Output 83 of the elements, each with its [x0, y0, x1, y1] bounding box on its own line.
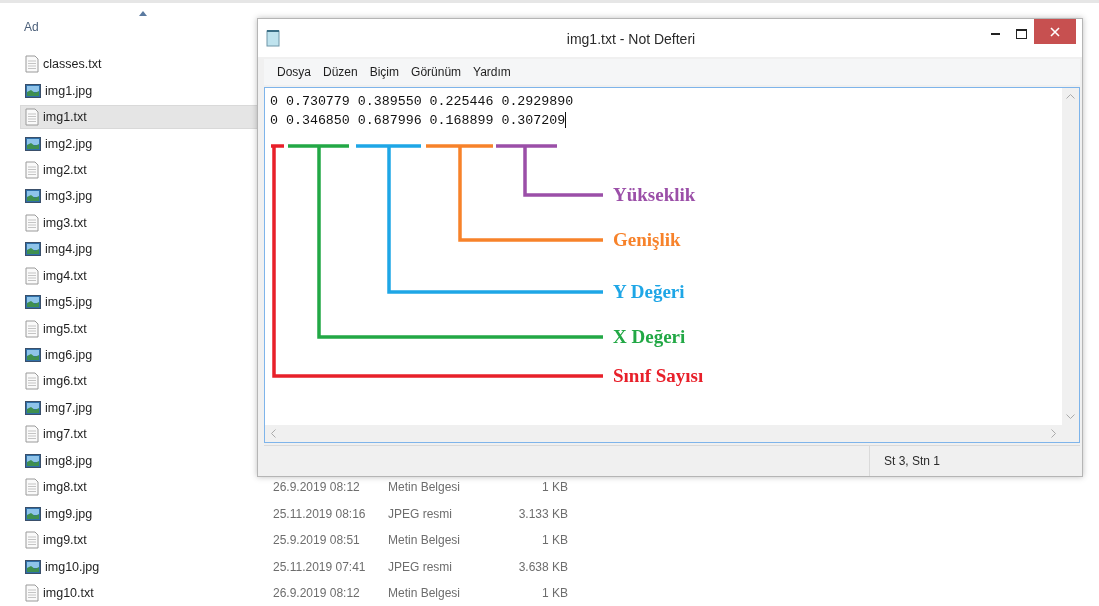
annotation-label: Sınıf Sayısı: [613, 365, 704, 386]
image-file-icon: [25, 242, 41, 257]
file-item[interactable]: img2.jpg: [20, 131, 258, 156]
text-line: 0 0.730779 0.389550 0.225446 0.2929890: [270, 93, 575, 111]
text-file-icon: [25, 583, 39, 602]
file-item[interactable]: img3.jpg: [20, 184, 258, 209]
text-file-icon: [25, 531, 39, 550]
image-file-icon: [25, 295, 41, 310]
notepad-icon: [266, 29, 280, 47]
size-cell-text: 3.638 KB: [517, 559, 568, 574]
date-cell-text: 25.9.2019 08:51: [273, 533, 361, 548]
maximize-icon: [1015, 28, 1027, 39]
text-file-icon: [25, 425, 39, 444]
window-title: img1.txt - Not Defteri: [566, 31, 696, 47]
file-item[interactable]: img7.jpg: [20, 395, 258, 420]
text-file-icon: [25, 108, 39, 127]
menu-item[interactable]: Görünüm: [406, 63, 467, 81]
type-cell-text: JPEG resmi: [388, 559, 453, 574]
text-file-icon: [25, 319, 39, 338]
scroll-up-icon[interactable]: [1066, 94, 1075, 99]
file-item[interactable]: img9.txt: [20, 528, 258, 553]
menu-item[interactable]: Yardım: [468, 63, 516, 81]
image-file-icon: [25, 559, 41, 574]
type-cell-text: Metin Belgesi: [388, 585, 462, 600]
file-item[interactable]: img1.jpg: [20, 78, 258, 103]
text-file-icon: [25, 160, 39, 179]
status-text: St 3, Stn 1: [883, 453, 942, 470]
scroll-left-icon[interactable]: [271, 429, 276, 438]
type-cell-text: Metin Belgesi: [388, 480, 462, 495]
annotation-label: Genişlik: [613, 229, 681, 250]
text-file-icon: [25, 478, 39, 497]
type-cell-text: JPEG resmi: [388, 506, 453, 521]
file-item[interactable]: img10.txt: [20, 580, 258, 605]
text-editor[interactable]: 0 0.730779 0.389550 0.225446 0.2929890 0 0.346850 0.687996 0.168899 0.307209 Yükseklik Genişlik Y Değeri X Değeri Sınıf Sayısı: [264, 87, 1080, 443]
scroll-down-icon[interactable]: [1066, 414, 1075, 419]
menu-item[interactable]: Düzen: [318, 63, 363, 81]
file-item[interactable]: img5.txt: [20, 316, 258, 341]
date-cell-text: 25.11.2019 08:16: [273, 506, 367, 521]
text-file-icon: [25, 372, 39, 391]
file-item[interactable]: img8.jpg: [20, 448, 258, 473]
file-item[interactable]: img7.txt: [20, 422, 258, 447]
file-item[interactable]: img1.txt: [20, 105, 258, 130]
date-cell-text: 25.11.2019 07:41: [273, 559, 367, 574]
image-file-icon: [25, 506, 41, 521]
type-cell-text: Metin Belgesi: [388, 533, 462, 548]
image-file-icon: [25, 83, 41, 98]
menu-item[interactable]: Dosya: [272, 63, 316, 81]
image-file-icon: [25, 400, 41, 415]
file-item[interactable]: img6.jpg: [20, 343, 258, 368]
close-icon: [1050, 26, 1060, 37]
annotation-label: X Değeri: [613, 326, 686, 347]
file-item[interactable]: img4.txt: [20, 263, 258, 288]
minimize-icon: [990, 32, 1000, 35]
date-cell-text: 26.9.2019 08:12: [273, 585, 361, 600]
size-cell-text: 1 KB: [541, 533, 568, 548]
column-header[interactable]: Ad: [24, 20, 39, 34]
file-item[interactable]: img6.txt: [20, 369, 258, 394]
annotation-label: Y Değeri: [613, 281, 685, 302]
file-item[interactable]: img5.jpg: [20, 290, 258, 315]
annotation-label: Yükseklik: [613, 184, 696, 205]
file-item[interactable]: img4.jpg: [20, 237, 258, 262]
text-file-icon: [25, 55, 39, 74]
image-file-icon: [25, 136, 41, 151]
text-file-icon: [25, 266, 39, 285]
file-item[interactable]: img8.txt: [20, 475, 258, 500]
size-cell-text: 1 KB: [541, 480, 568, 495]
date-cell-text: 26.9.2019 08:12: [273, 480, 361, 495]
text-cursor: [565, 112, 567, 129]
image-file-icon: [25, 189, 41, 204]
image-file-icon: [25, 453, 41, 468]
size-cell-text: 3.133 KB: [517, 506, 568, 521]
image-file-icon: [25, 348, 41, 363]
menu-item[interactable]: Biçim: [364, 63, 405, 81]
sort-caret-icon: [139, 11, 147, 16]
text-line: 0 0.346850 0.687996 0.168899 0.307209: [270, 111, 568, 130]
scroll-right-icon[interactable]: [1051, 429, 1056, 438]
file-item[interactable]: img9.jpg: [20, 501, 258, 526]
text-file-icon: [25, 213, 39, 232]
size-cell-text: 1 KB: [541, 585, 568, 600]
file-item[interactable]: img2.txt: [20, 157, 258, 182]
file-item[interactable]: img3.txt: [20, 210, 258, 235]
file-item[interactable]: classes.txt: [20, 52, 258, 77]
file-item[interactable]: img10.jpg: [20, 554, 258, 579]
